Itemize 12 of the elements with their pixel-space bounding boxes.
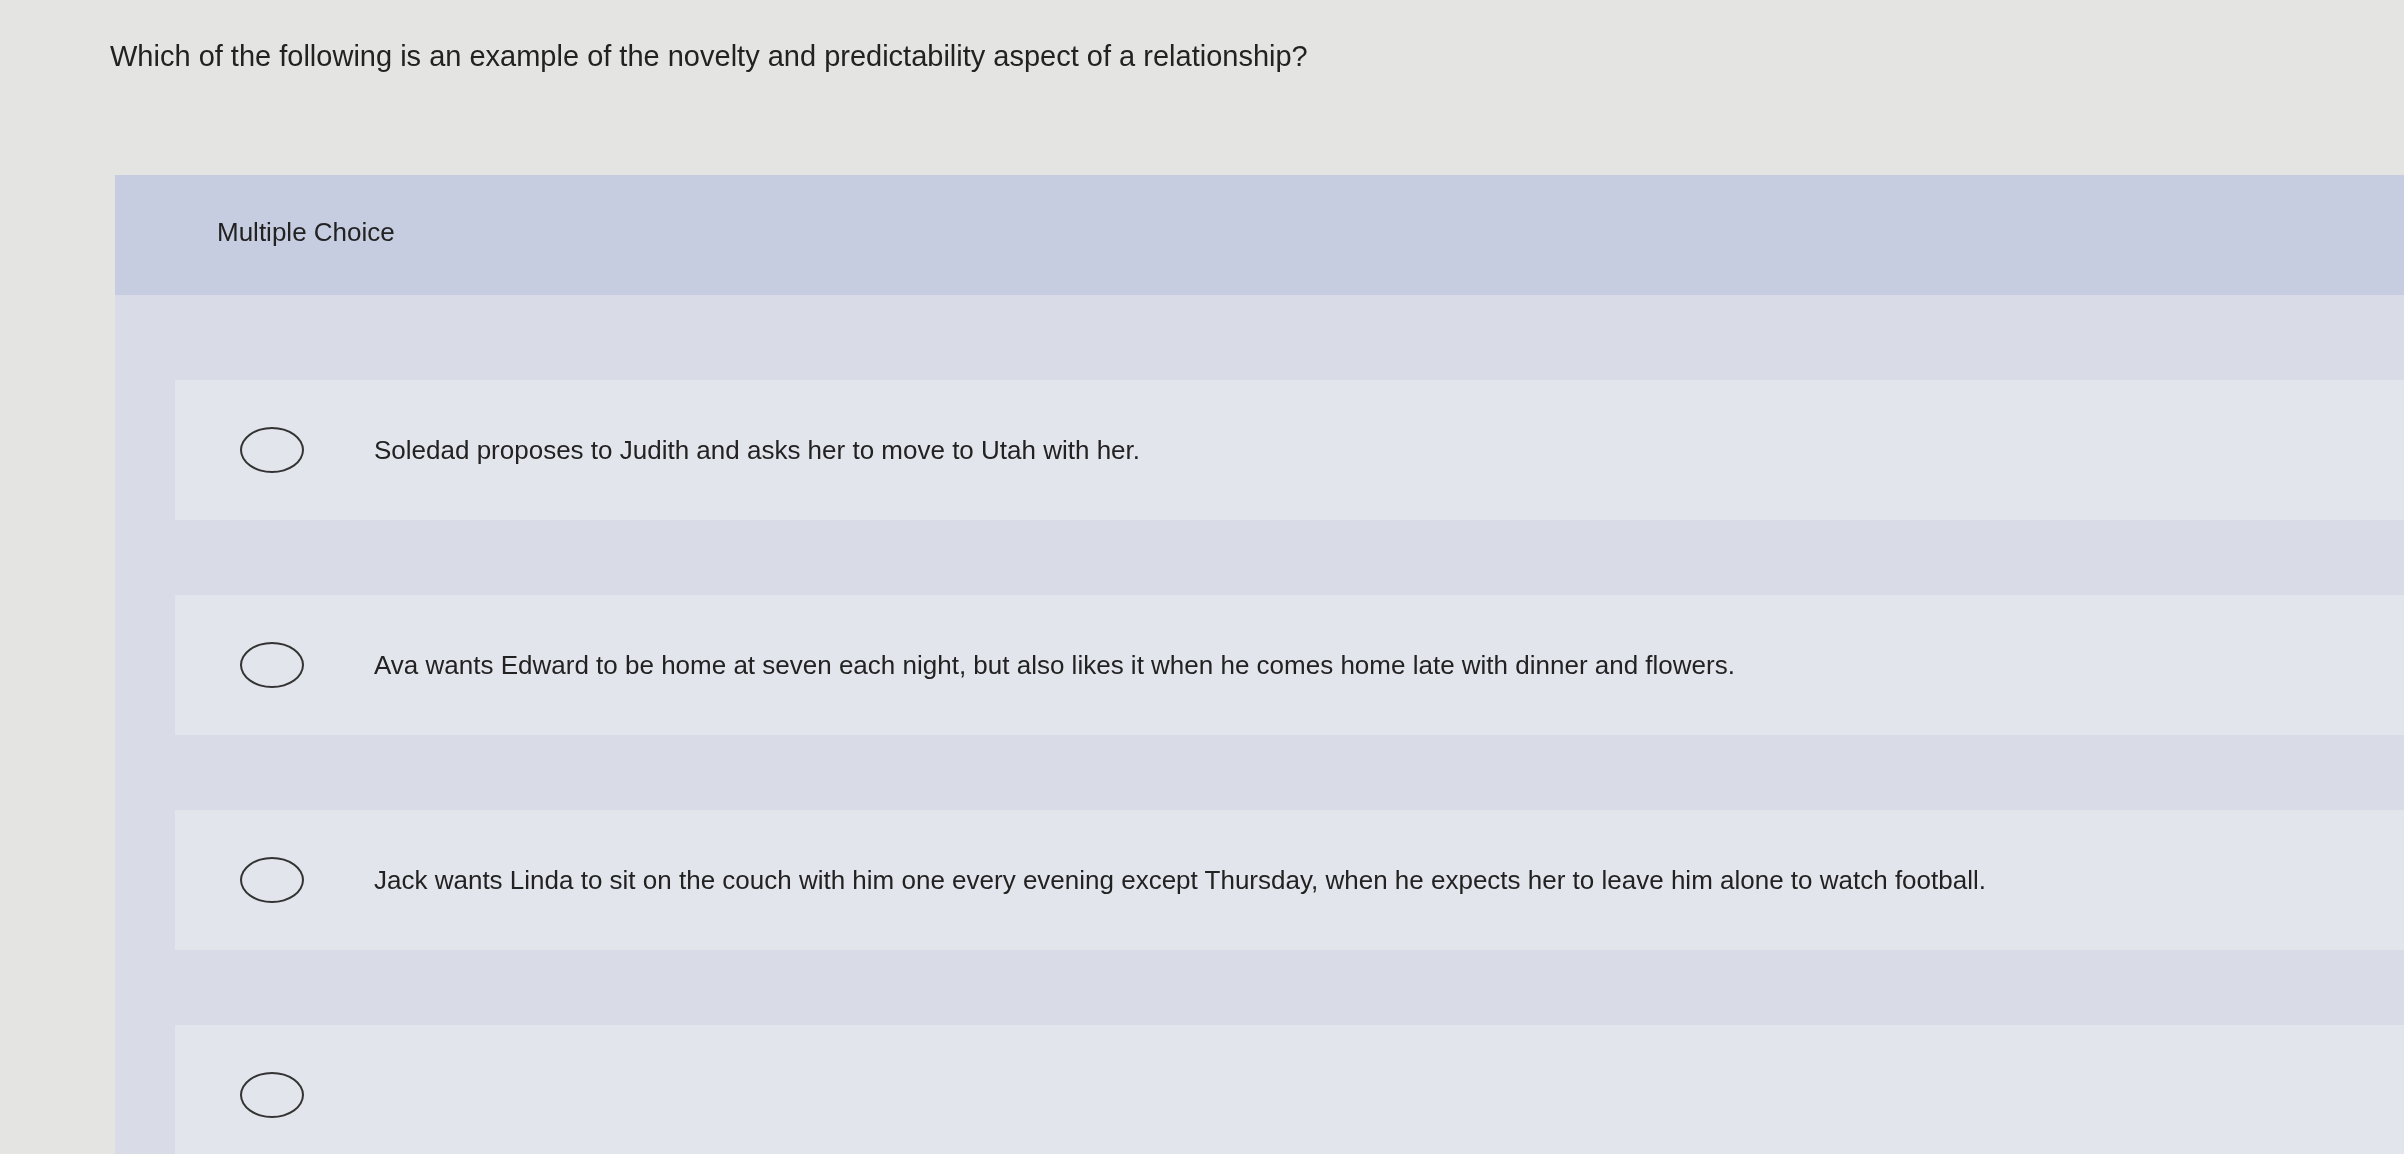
radio-button[interactable] xyxy=(240,1072,304,1118)
radio-button[interactable] xyxy=(240,427,304,473)
option-text: Ava wants Edward to be home at seven each night, but also likes it when he comes home late with dinner and flowers. xyxy=(374,649,1735,682)
answer-option[interactable]: Jack wants Linda to sit on the couch with him one every evening except Thursday, when he expects her to leave him alone to watch football. xyxy=(175,810,2404,950)
answer-option[interactable]: Ava wants Edward to be home at seven each night, but also likes it when he comes home late with dinner and flowers. xyxy=(175,595,2404,735)
question-text: Which of the following is an example of the novelty and predictability aspect of a relationship? xyxy=(109,39,1309,74)
section-label: Multiple Choice xyxy=(217,217,395,247)
option-text: Soledad proposes to Judith and asks her to move to Utah with her. xyxy=(374,434,1140,467)
answer-option[interactable]: Soledad proposes to Judith and asks her to move to Utah with her. xyxy=(175,380,2404,520)
option-text: Jack wants Linda to sit on the couch with him one every evening except Thursday, when he expects her to leave him alone to watch football. xyxy=(374,864,1986,897)
radio-button[interactable] xyxy=(240,857,304,903)
radio-button[interactable] xyxy=(240,642,304,688)
